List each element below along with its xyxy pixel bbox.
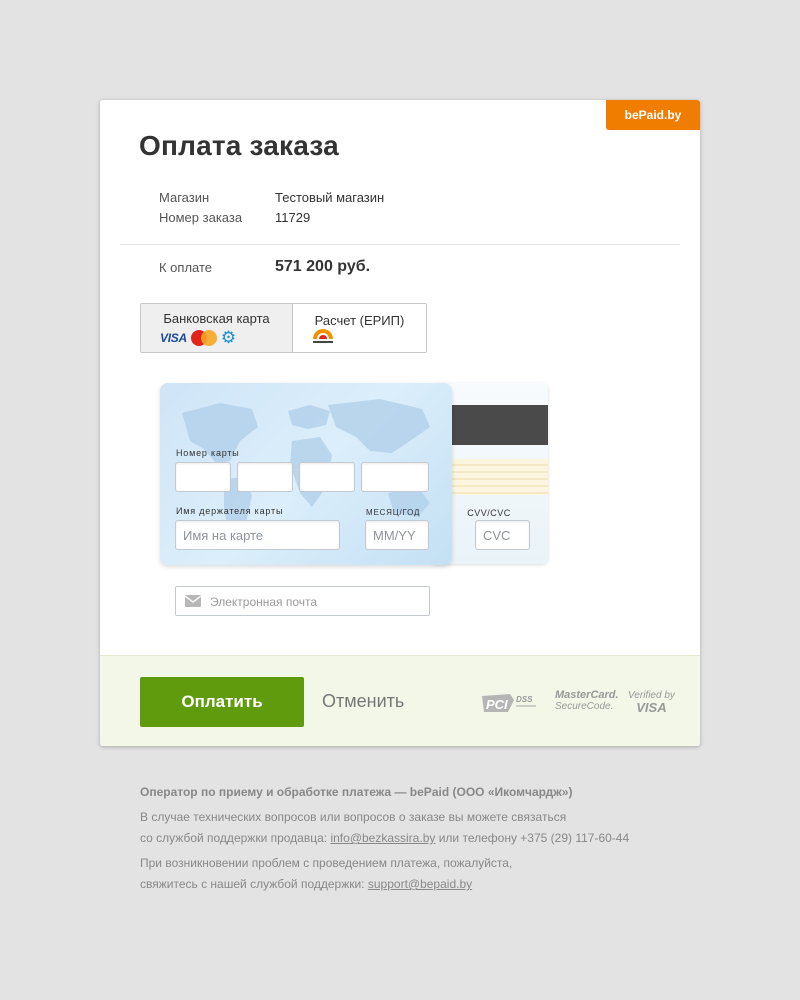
support-text-line2: со службой поддержки продавца: (140, 831, 328, 845)
order-number-label: Номер заказа (159, 210, 243, 225)
expiry-input[interactable] (365, 520, 429, 550)
tab-bank-card[interactable]: Банковская карта VISA ⚙ (141, 304, 293, 352)
mc-securecode-line1: MasterCard. (555, 689, 619, 701)
card-number-group-4[interactable] (361, 462, 429, 492)
card-front: Номер карты Имя держателя карты МЕСЯЦ/ГО… (160, 383, 452, 565)
envelope-icon (185, 595, 201, 607)
verified-by-visa-logo: Verified by VISA (628, 690, 675, 714)
tab-bank-card-label: Банковская карта (163, 311, 270, 326)
support-phone-text: или телефону +375 (29) 117-60-44 (438, 831, 630, 845)
bepaid-support-text: При возникновении проблем с проведением … (140, 853, 740, 895)
verified-by-visa-line2: VISA (636, 700, 667, 715)
cancel-link[interactable]: Отменить (322, 691, 404, 712)
tab-erip-label: Расчет (ЕРИП) (314, 313, 405, 328)
cvv-input[interactable] (475, 520, 530, 550)
problem-text-line1: При возникновении проблем с проведением … (140, 856, 513, 870)
raschet-logo (312, 329, 334, 344)
card-number-group-2[interactable] (237, 462, 293, 492)
svg-text:PCI: PCI (486, 697, 508, 712)
page-title: Оплата заказа (139, 130, 339, 161)
action-bar: Оплатить Отменить PCI DSS MasterCard. Se… (100, 655, 700, 746)
shop-row: Магазин Тестовый магазин (159, 190, 384, 205)
cardholder-label: Имя держателя карты (176, 506, 284, 516)
divider (120, 244, 680, 245)
tab-erip[interactable]: Расчет (ЕРИП) (293, 304, 426, 352)
belcard-gear-logo: ⚙ (220, 328, 237, 347)
mastercard-logo (190, 330, 217, 346)
email-input[interactable] (208, 587, 427, 617)
shop-value: Тестовый магазин (275, 190, 385, 205)
order-number-row: Номер заказа 11729 (159, 210, 310, 225)
footer-info: Оператор по приему и обработке платежа —… (140, 782, 740, 899)
pci-dss-logo: PCI DSS (482, 694, 536, 712)
expiry-label: МЕСЯЦ/ГОД (366, 508, 421, 517)
pay-button[interactable]: Оплатить (140, 677, 304, 727)
merchant-support-text: В случае технических вопросов или вопрос… (140, 807, 740, 849)
visa-logo: VISA (160, 331, 187, 345)
merchant-email-link[interactable]: info@bezkassira.by (330, 831, 435, 845)
payment-method-tabs: Банковская карта VISA ⚙ Расчет (ЕРИП) (140, 303, 427, 353)
support-email-link[interactable]: support@bepaid.by (368, 877, 472, 891)
card-number-group-1[interactable] (175, 462, 231, 492)
support-text-line1: В случае технических вопросов или вопрос… (140, 810, 567, 824)
card-number-label: Номер карты (176, 448, 240, 458)
card-number-group-3[interactable] (299, 462, 355, 492)
amount-value: 571 200 руб. (275, 258, 371, 275)
amount-label: К оплате (159, 259, 213, 275)
operator-text: Оператор по приему и обработке платежа —… (140, 785, 573, 799)
card-brand-logos: VISA ⚙ (160, 328, 237, 347)
problem-text-line2: свяжитесь с нашей службой поддержки: (140, 877, 365, 891)
order-number-value: 11729 (275, 210, 311, 225)
bepaid-brand-badge[interactable]: bePaid.by (606, 100, 700, 130)
amount-row: К оплате 571 200 руб. (159, 258, 370, 276)
email-field[interactable] (175, 586, 430, 617)
mastercard-securecode-logo: MasterCard. SecureCode. (555, 689, 619, 713)
shop-label: Магазин (159, 190, 210, 205)
cardholder-name-input[interactable] (175, 520, 340, 550)
svg-text:DSS: DSS (516, 695, 533, 704)
payment-panel: bePaid.by Оплата заказа Магазин Тестовый … (100, 100, 700, 746)
mc-securecode-line2: SecureCode. (555, 701, 614, 712)
